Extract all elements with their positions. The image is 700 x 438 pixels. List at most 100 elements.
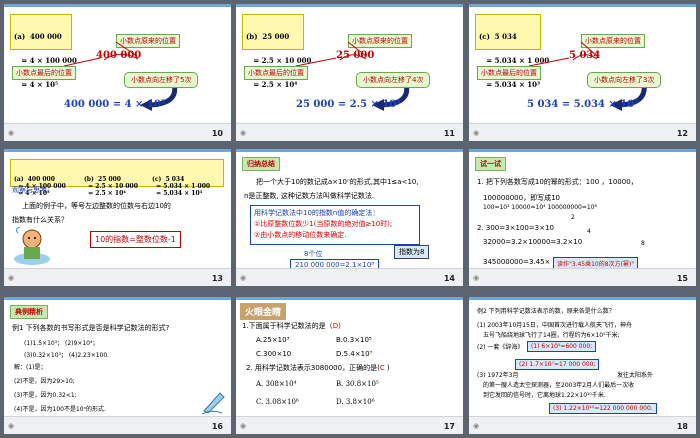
line-2: 五号飞船绕地球飞行了14圈，行程约为6×10⁵千米; — [483, 332, 620, 339]
speaker-icon: ◉ — [473, 274, 480, 282]
speaker-icon: ◉ — [240, 129, 247, 137]
digits-label: 8个位 — [304, 250, 323, 258]
line-6: 到它发回的信号时，它离地球1.22×10¹⁰千米. — [483, 392, 606, 399]
slide-top-bar — [469, 149, 696, 152]
slide-top-bar — [4, 149, 231, 152]
line-4b: 发往太阳系外 — [617, 372, 654, 379]
question-1b: 100000000，即写成10 — [483, 194, 560, 202]
question-2: 2. 用科学记数法表示3080000，正确的是(C ) — [246, 364, 390, 372]
slide-number: 13 — [211, 274, 223, 283]
items-line-1: (1)1.5×10³； (2)9×10⁴； — [24, 340, 99, 347]
slide-footer: ◉ 18 — [469, 416, 696, 434]
slide-top-bar — [236, 149, 463, 152]
example-question: 例1 下列各数的书写形式是否是科学记数法的形式? — [12, 324, 170, 332]
slide-footer: ◉ 14 — [236, 268, 463, 286]
speaker-icon: ◉ — [8, 274, 15, 282]
slide-17[interactable]: 火眼金睛 1.下面属于科学记数法的是（D） A.25×10³ B.0.3×10⁵… — [236, 297, 463, 434]
option-a: A.25×10³ — [256, 336, 290, 344]
exponent-note: 指数为8 — [394, 245, 430, 259]
question-line-1: 上面的例子中，等号左边整数的位数与右边10的 — [22, 202, 171, 210]
final-point-label: 小数点最后的位置 — [477, 66, 541, 80]
rule-box: 用科学记数法中10的指数n值的确定法： ①比原整数位数少1(当原数的绝对值≥10… — [250, 205, 420, 245]
speaker-icon: ◉ — [473, 129, 480, 137]
slide-number: 18 — [676, 422, 688, 431]
option-c: C.300×10 — [256, 350, 292, 358]
slide-footer: ◉ 11 — [236, 123, 463, 141]
rule-1: ①比原整数位数少1(当原数的绝对值≥10时); — [254, 220, 393, 228]
speaker-icon: ◉ — [240, 422, 247, 430]
rule-title: 用科学记数法中10的指数n值的确定法： — [254, 209, 380, 217]
question-2a: 2. 300=3×100=3×10 — [477, 224, 554, 232]
option2-d: D. 3.8×10⁶ — [336, 398, 375, 406]
slide-footer: ◉ 16 — [4, 416, 231, 434]
solution-4: (4)不是，因为100不是10ⁿ的形式. — [14, 406, 106, 413]
slide-13[interactable]: (a) 400 000 = 4 × 100 000 = 4 × 10⁵ (b) … — [4, 149, 231, 286]
example-question: 例2 下列用科学记数法表示的数，原来各是什么数？ — [477, 308, 615, 315]
answer-2: (2) 1.7×10⁷=17 000 000; — [515, 359, 600, 370]
slide-number: 11 — [443, 129, 455, 138]
line-5: 的第一艘人造太空探测器，至2003年2月人们最后一次收 — [483, 382, 635, 389]
slide-footer: ◉ 13 — [4, 268, 231, 286]
slide-top-bar — [4, 297, 231, 300]
solution-3: (3)不是，因为0.32<1; — [14, 392, 77, 399]
section-tag: 典例精析 — [10, 305, 48, 319]
slide-number: 16 — [211, 422, 223, 431]
slide-number: 14 — [443, 274, 455, 283]
rule-2: ②由小数点的移动位数来确定. — [254, 231, 347, 239]
answer-box: 10的指数=整数位数-1 — [90, 231, 181, 248]
slide-11[interactable]: (b) 25 000 = 2.5 × 10 000 = 2.5 × 10⁴ 小数… — [236, 4, 463, 141]
slide-footer: ◉ 15 — [469, 268, 696, 286]
speaker-icon: ◉ — [8, 129, 15, 137]
line-3: (2) 一套《辞海》 — [477, 344, 524, 351]
items-line-2: (3)0.32×10³； (4)2.23×100. — [24, 352, 110, 359]
question-1: 1.下面属于科学记数法的是（D） — [242, 322, 346, 330]
slide-18[interactable]: 例2 下列用科学记数法表示的数，原来各是什么数？ (1) 2003年10月15日… — [469, 297, 696, 434]
exponent-2: 2 — [571, 214, 575, 221]
slide-16[interactable]: 典例精析 例1 下列各数的书写形式是否是科学记数法的形式? (1)1.5×10³… — [4, 297, 231, 434]
option2-a: A. 308×10⁴ — [256, 380, 297, 388]
slide-number: 10 — [211, 129, 223, 138]
summary-box: (a) 400 000 = 4 × 100 000 = 4 × 10⁵ (b) … — [10, 159, 224, 197]
exponent-4: 4 — [587, 228, 591, 235]
slide-10[interactable]: (a) 400 000 = 4 × 100 000 = 4 × 10⁵ 小数点原… — [4, 4, 231, 141]
slide-12[interactable]: (c) 5 034 = 5.034 × 1 000 = 5.034 × 10³ … — [469, 4, 696, 141]
section-tag: 火眼金睛 — [240, 303, 287, 320]
exponent-8: 8 — [641, 240, 645, 247]
solution-1: 解：(1)是； — [14, 364, 47, 371]
definition-line-2: n是正整数, 这种记数方法叫做科学记数法. — [244, 192, 375, 200]
question-line-2: 指数有什么关系？ — [12, 216, 68, 224]
slide-top-bar — [469, 297, 696, 300]
section-tag: 试一试 — [475, 157, 506, 171]
slide-footer: ◉ 12 — [469, 123, 696, 141]
solution-2: (2)不是，因为29>10; — [14, 378, 75, 385]
line-4: (3) 1972年3月 — [477, 372, 519, 379]
answer-3: (3) 1.22×10¹⁰=122 000 000 000. — [549, 403, 657, 414]
move-note: 小数点向左移了3次 — [587, 72, 662, 88]
move-note: 小数点向左移了4次 — [356, 72, 431, 88]
answer-1: 100=10² 10000=10⁴ 100000000=10⁸ — [483, 204, 597, 211]
option-b: B.0.3×10⁵ — [336, 336, 372, 344]
heading: 观察与思考: — [12, 186, 50, 194]
slide-footer: ◉ 10 — [4, 123, 231, 141]
question-2b: 32000=3.2×10000=3.2×10 — [483, 238, 583, 246]
thinking-person-icon — [14, 227, 50, 265]
pen-icon — [201, 392, 225, 415]
slide-14[interactable]: 归纳总结 把一个大于10的数记成a×10ⁿ的形式,其中1≤a<10, n是正整数… — [236, 149, 463, 286]
definition-line-1: 把一个大于10的数记成a×10ⁿ的形式,其中1≤a<10, — [256, 178, 419, 186]
question-1a: 1. 把下列各数写成10的幂的形式：100 ，10000， — [477, 178, 638, 186]
result-equation: 400 000 = 4 × 10⁵ — [64, 99, 166, 110]
slide-number: 15 — [676, 274, 688, 283]
slide-footer: ◉ 17 — [236, 416, 463, 434]
move-note: 小数点向左移了5次 — [124, 72, 199, 88]
section-tag: 归纳总结 — [242, 157, 280, 171]
speaker-icon: ◉ — [8, 422, 15, 430]
option2-b: B. 30.8×10⁵ — [336, 380, 379, 388]
option2-c: C. 3.08×10⁶ — [256, 398, 299, 406]
final-point-label: 小数点最后的位置 — [12, 66, 76, 80]
result-equation: 5 034 = 5.034 × 10³ — [527, 99, 639, 110]
final-point-label: 小数点最后的位置 — [244, 66, 308, 80]
slide-15[interactable]: 试一试 1. 把下列各数写成10的幂的形式：100 ，10000， 100000… — [469, 149, 696, 286]
line-1: (1) 2003年10月15日，中国首次进行载人航天飞行，神舟 — [477, 322, 632, 329]
option-d: D.5.4×10⁷ — [336, 350, 373, 358]
slide-number: 12 — [676, 129, 688, 138]
